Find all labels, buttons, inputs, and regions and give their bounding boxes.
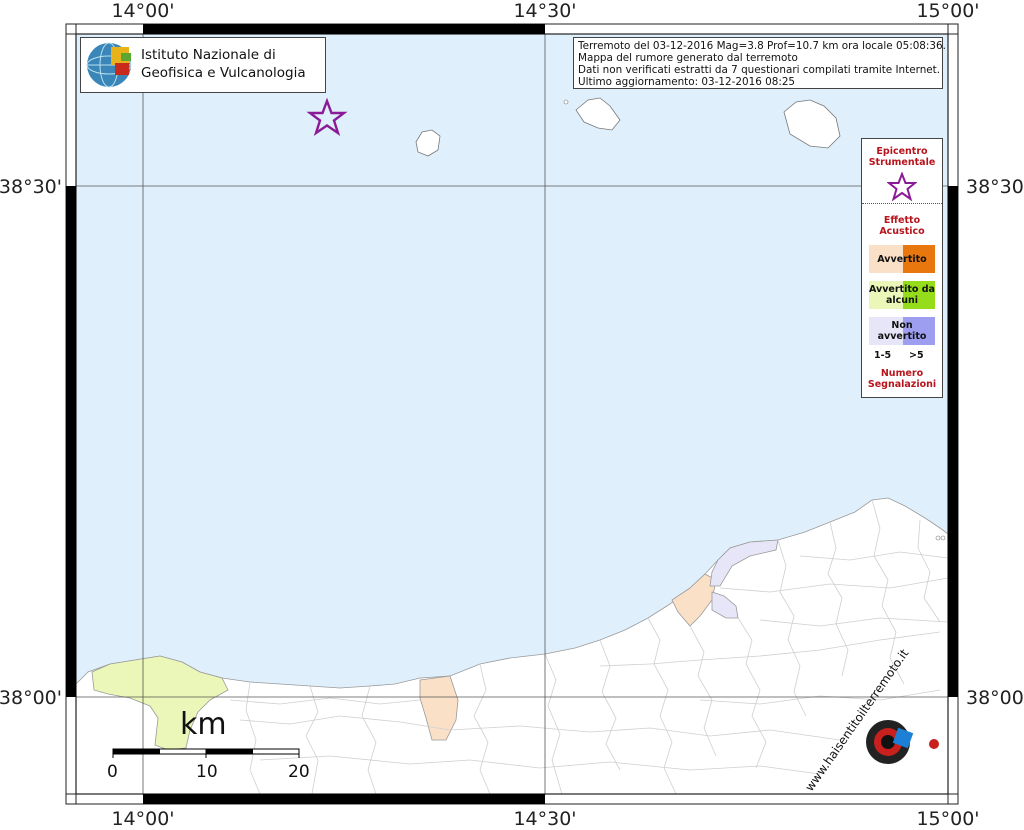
lat-label-left-2: 38°00' (0, 687, 62, 709)
lon-label-top-2: 14°30' (513, 0, 576, 22)
scale-label-20: 20 (288, 762, 310, 782)
ingv-globe-icon (86, 42, 132, 88)
legend-item-label: Avvertito da alcuni (869, 284, 935, 306)
event-info-box: Terremoto del 03-12-2016 Mag=3.8 Prof=10… (573, 37, 946, 89)
legend-star-icon (887, 172, 917, 202)
legend-effect-title: Effetto Acustico (879, 215, 925, 237)
legend-count-low: 1-5 (874, 350, 892, 361)
event-info-line3: Dati non verificati estratti da 7 questi… (578, 64, 941, 76)
legend-panel: Epicentro Strumentale Effetto Acustico A… (861, 138, 943, 398)
legend-item-non-avvertito: Non avvertito (869, 317, 935, 345)
lon-label-bottom-1: 14°00' (111, 808, 174, 830)
lon-label-top-3: 15°00' (916, 0, 979, 22)
ingv-title-line2: Geofisica e Vulcanologia (141, 65, 306, 81)
ingv-title: Istituto Nazionale di Geofisica e Vulcan… (141, 46, 306, 82)
legend-item-label: Non avvertito (877, 320, 927, 342)
legend-epicenter-title: Epicentro Strumentale (868, 146, 936, 168)
legend-item-avvertito: Avvertito (869, 245, 935, 273)
lat-label-right-1: 38°30' (966, 176, 1024, 198)
lon-label-bottom-2: 14°30' (513, 808, 576, 830)
event-info-line4: Ultimo aggiornamento: 03-12-2016 08:25 (578, 76, 796, 88)
legend-item-label: Avvertito (877, 253, 927, 265)
legend-count-high: >5 (909, 350, 924, 361)
lat-label-left-1: 38°30' (0, 176, 62, 198)
ingv-title-line1: Istituto Nazionale di (141, 47, 276, 63)
map-canvas[interactable]: 14°00' 14°30' 15°00' 14°00' 14°30' 15°00… (0, 0, 1024, 830)
scale-label-0: 0 (107, 762, 118, 782)
lat-label-right-2: 38°00' (966, 687, 1024, 709)
scale-label-10: 10 (196, 762, 218, 782)
event-info-line2: Mappa del rumore generato dal terremoto (578, 52, 798, 64)
legend-item-avvertito-da-alcuni: Avvertito da alcuni (869, 281, 935, 309)
event-info-line1: Terremoto del 03-12-2016 Mag=3.8 Prof=10… (578, 40, 946, 52)
legend-divider (862, 203, 942, 204)
lon-label-bottom-3: 15°00' (916, 808, 979, 830)
lon-label-top-1: 14°00' (111, 0, 174, 22)
legend-count-title: Numero Segnalazioni (867, 368, 937, 390)
scale-unit: km (180, 707, 227, 742)
